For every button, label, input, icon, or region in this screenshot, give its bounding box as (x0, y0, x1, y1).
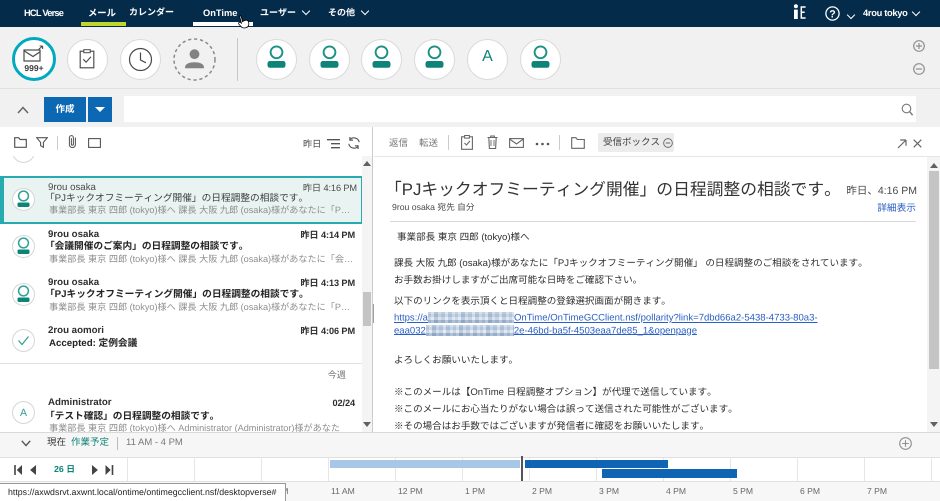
svg-text:?: ? (829, 8, 835, 20)
